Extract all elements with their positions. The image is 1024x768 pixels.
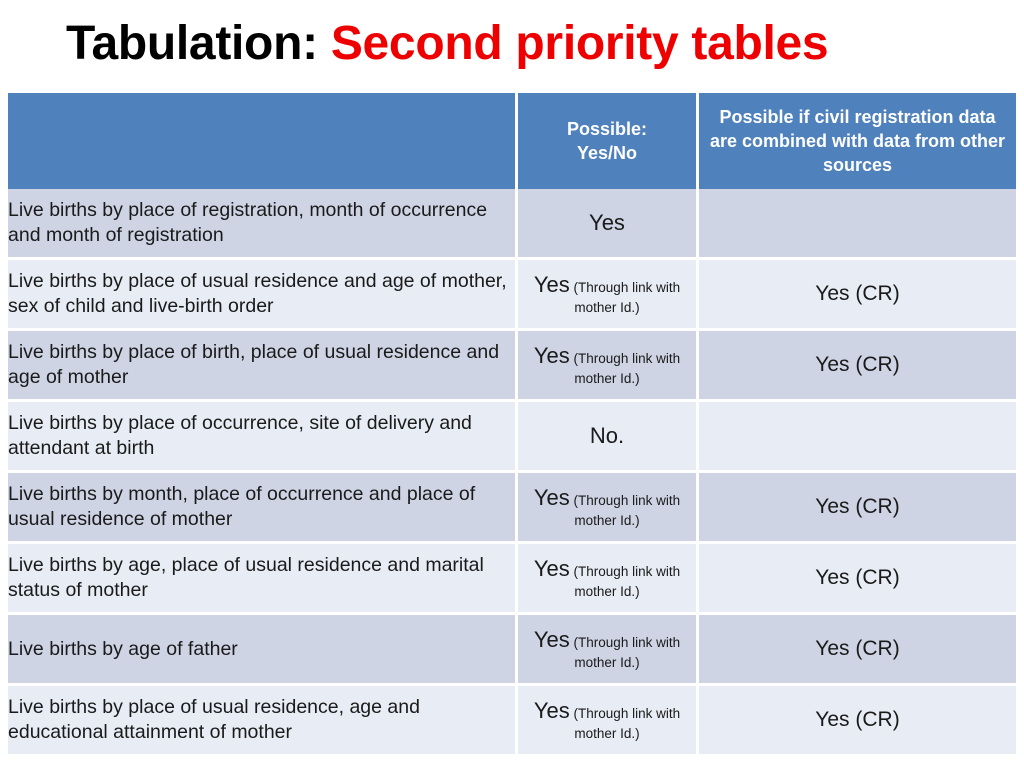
possible-answer-note: (Through link with mother Id.) (569, 350, 681, 386)
cell-possible: Yes (518, 189, 699, 260)
column-header-description (8, 93, 518, 189)
column-header-possible-line2: Yes/No (576, 143, 638, 163)
cell-description: Live births by place of usual residence,… (8, 686, 518, 757)
possible-answer: Yes (533, 271, 570, 297)
cell-description: Live births by age, place of usual resid… (8, 544, 518, 615)
column-header-possible-line1: Possible: (566, 119, 648, 139)
cell-description: Live births by age of father (8, 615, 518, 686)
possible-answer: No. (589, 423, 625, 448)
column-header-combined: Possible if civil registration data are … (699, 93, 1016, 189)
possible-answer: Yes (533, 342, 570, 368)
cell-description: Live births by month, place of occurrenc… (8, 473, 518, 544)
cell-combined: Yes (CR) (699, 260, 1016, 331)
table-header: Possible: Yes/No Possible if civil regis… (8, 93, 1016, 189)
table-row: Live births by month, place of occurrenc… (8, 473, 1016, 544)
table-row: Live births by place of usual residence … (8, 260, 1016, 331)
cell-combined (699, 402, 1016, 473)
cell-possible: Yes (Through link with mother Id.) (518, 544, 699, 615)
cell-description: Live births by place of birth, place of … (8, 331, 518, 402)
possible-answer: Yes (533, 626, 570, 652)
cell-combined (699, 189, 1016, 260)
possible-answer: Yes (533, 484, 570, 510)
slide-canvas: Tabulation: Second priority tables Possi… (0, 0, 1024, 768)
page-title: Tabulation: Second priority tables (66, 12, 986, 82)
table-header-row: Possible: Yes/No Possible if civil regis… (8, 93, 1016, 189)
page-title-accent: Second priority tables (330, 17, 829, 70)
page-title-main: Tabulation: (66, 17, 331, 70)
table-row: Live births by age, place of usual resid… (8, 544, 1016, 615)
possible-answer-note: (Through link with mother Id.) (569, 563, 681, 599)
table-row: Live births by age of father Yes (Through… (8, 615, 1016, 686)
possible-answer: Yes (533, 555, 570, 581)
table-row: Live births by place of occurrence, site… (8, 402, 1016, 473)
possible-answer-note: (Through link with mother Id.) (569, 279, 681, 315)
cell-description: Live births by place of registration, mo… (8, 189, 518, 260)
cell-possible: Yes (Through link with mother Id.) (518, 686, 699, 757)
cell-possible: Yes (Through link with mother Id.) (518, 331, 699, 402)
priority-tables-table: Possible: Yes/No Possible if civil regis… (8, 93, 1016, 757)
possible-answer: Yes (533, 697, 570, 723)
possible-answer-note: (Through link with mother Id.) (569, 634, 681, 670)
cell-possible: Yes (Through link with mother Id.) (518, 615, 699, 686)
cell-possible: Yes (Through link with mother Id.) (518, 473, 699, 544)
table-row: Live births by place of usual residence,… (8, 686, 1016, 757)
table-body: Live births by place of registration, mo… (8, 189, 1016, 757)
cell-combined: Yes (CR) (699, 544, 1016, 615)
cell-combined: Yes (CR) (699, 686, 1016, 757)
cell-description: Live births by place of usual residence … (8, 260, 518, 331)
cell-combined: Yes (CR) (699, 473, 1016, 544)
column-header-possible: Possible: Yes/No (518, 93, 699, 189)
cell-possible: Yes (Through link with mother Id.) (518, 260, 699, 331)
possible-answer: Yes (589, 210, 625, 235)
cell-combined: Yes (CR) (699, 331, 1016, 402)
table-row: Live births by place of registration, mo… (8, 189, 1016, 260)
possible-answer-note: (Through link with mother Id.) (569, 705, 681, 741)
cell-description: Live births by place of occurrence, site… (8, 402, 518, 473)
cell-possible: No. (518, 402, 699, 473)
possible-answer-note: (Through link with mother Id.) (569, 492, 681, 528)
table-row: Live births by place of birth, place of … (8, 331, 1016, 402)
cell-combined: Yes (CR) (699, 615, 1016, 686)
